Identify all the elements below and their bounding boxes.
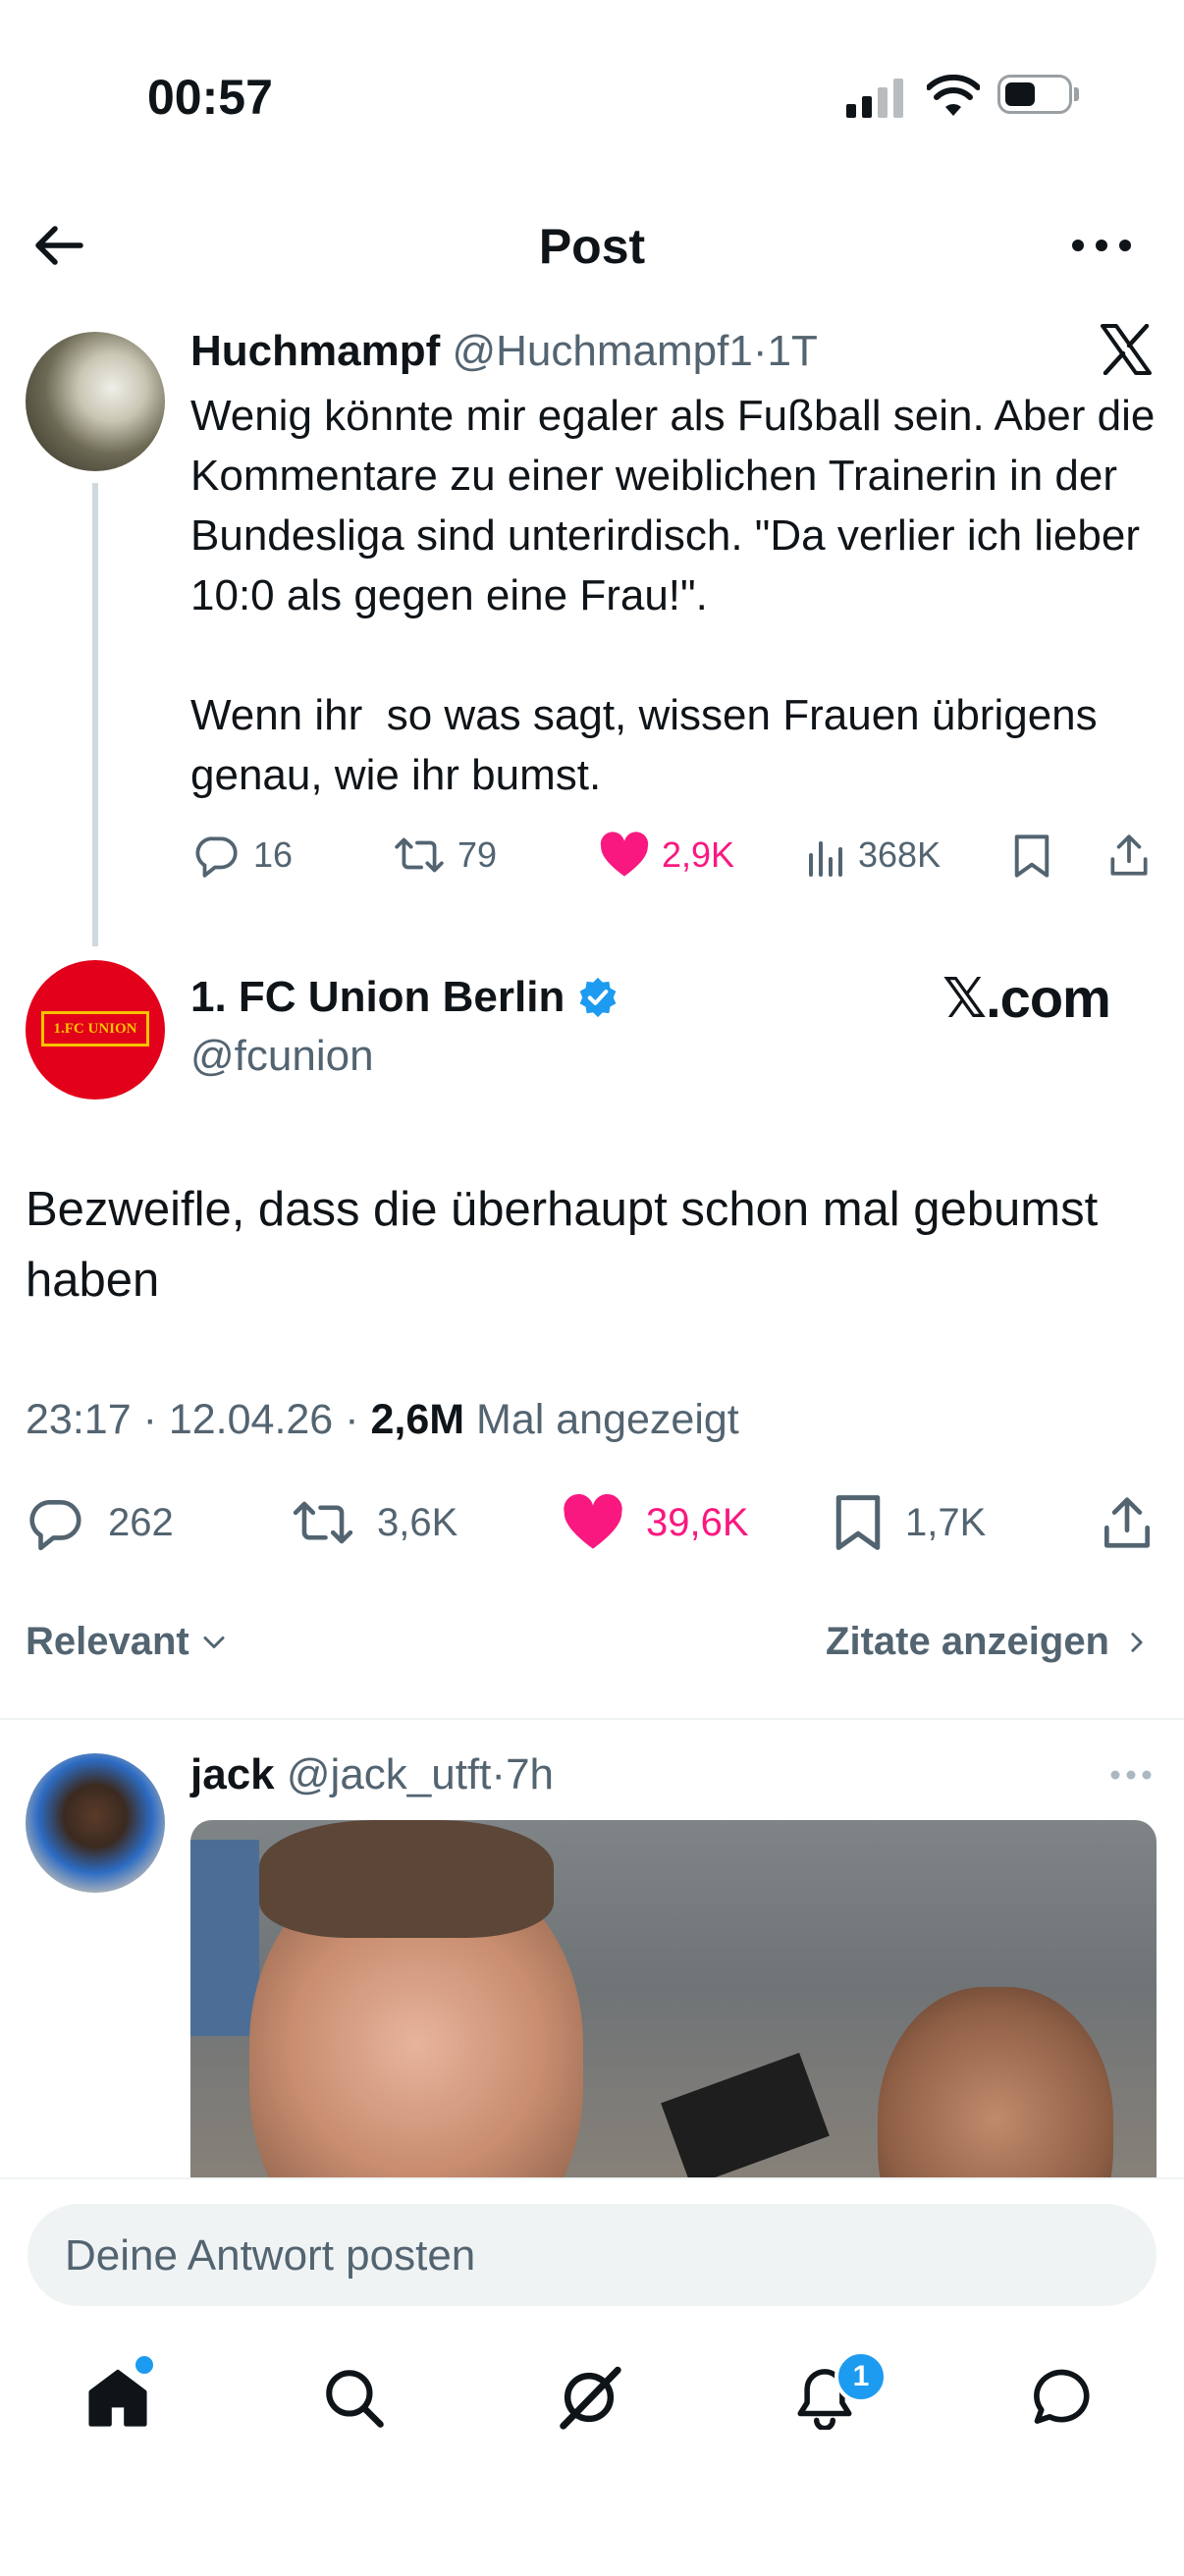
share-icon[interactable] <box>1098 1492 1157 1553</box>
union-logo: 1.FC UNION <box>41 1011 149 1046</box>
views-label: Mal angezeigt <box>476 1396 739 1443</box>
like-count: 2,9K <box>662 834 735 875</box>
verified-badge-icon <box>580 977 617 1018</box>
tweet-date: 12.04.26 <box>168 1396 334 1443</box>
tweet-age[interactable]: 7h <box>506 1750 554 1798</box>
tab-grok[interactable] <box>550 2358 628 2437</box>
repost-action[interactable]: 3,6K <box>291 1492 457 1553</box>
reply-count: 16 <box>253 834 294 875</box>
avatar[interactable] <box>26 1753 165 1893</box>
view-count: 368K <box>858 834 942 875</box>
tweet-text: Wenig könnte mir egaler als Fußball sein… <box>190 392 1156 799</box>
reply-compose-box[interactable] <box>27 2204 1157 2308</box>
tweet-author-line: 1. FC Union Berlin <box>190 970 619 1025</box>
bookmark-icon[interactable] <box>1011 832 1052 880</box>
author-name[interactable]: jack <box>190 1750 275 1798</box>
sort-dropdown[interactable]: Relevant <box>26 1620 229 1664</box>
separator-dot: · <box>142 1396 157 1443</box>
bookmark-action[interactable]: 1,7K <box>833 1492 986 1553</box>
reply-media-image[interactable] <box>190 1820 1157 2232</box>
reply-icon <box>29 1500 81 1551</box>
author-handle[interactable]: @Huchmampf1 <box>452 327 752 375</box>
author-name[interactable]: 1. FC Union Berlin <box>190 970 565 1025</box>
more-options-icon[interactable] <box>1109 1767 1153 1783</box>
quotes-link[interactable]: Zitate anzeigen <box>826 1620 1151 1664</box>
reply-action[interactable]: 16 <box>192 831 293 880</box>
tweet-meta: 23:17 · 12.04.26 · 2,6M Mal angezeigt <box>26 1392 739 1447</box>
reply-icon <box>195 836 238 878</box>
tweet-text: Bezweifle, dass die überhaupt schon mal … <box>26 1183 1099 1307</box>
bookmark-icon <box>835 1495 881 1550</box>
heart-filled-icon <box>600 832 649 877</box>
status-time: 00:57 <box>147 70 273 125</box>
quotes-label: Zitate anzeigen <box>826 1620 1109 1663</box>
repost-icon <box>395 837 444 873</box>
cellular-signal-icon <box>846 79 903 118</box>
search-icon <box>326 2370 384 2428</box>
separator-dot: · <box>752 327 768 375</box>
author-handle[interactable]: @jack_utft <box>287 1750 492 1798</box>
reply-action[interactable]: 262 <box>26 1492 174 1553</box>
tweet-author-line: Huchmampf @Huchmampf1·1T <box>190 324 818 379</box>
wifi-icon <box>927 75 980 116</box>
chevron-down-icon <box>203 1636 225 1648</box>
grok-icon <box>560 2366 621 2430</box>
like-count: 39,6K <box>646 1500 749 1544</box>
tweet-time: 23:17 <box>26 1396 132 1443</box>
bookmark-count: 1,7K <box>905 1500 987 1544</box>
repost-count: 79 <box>457 834 498 875</box>
avatar[interactable]: 1.FC UNION <box>26 960 165 1100</box>
heart-filled-icon <box>564 1493 622 1549</box>
views-chart-icon <box>809 841 842 877</box>
chat-bubble-icon <box>1034 2369 1090 2424</box>
views-action[interactable]: 368K <box>807 831 941 880</box>
sort-label: Relevant <box>26 1620 189 1663</box>
repost-action[interactable]: 79 <box>393 831 497 880</box>
share-icon[interactable] <box>1105 831 1153 880</box>
notification-badge: 1 <box>834 2350 888 2403</box>
reply-author-line: jack @jack_utft·7h <box>190 1747 554 1802</box>
thread-line <box>92 483 98 946</box>
tab-messages[interactable] <box>1023 2358 1102 2437</box>
like-action[interactable]: 39,6K <box>562 1492 749 1553</box>
repost-count: 3,6K <box>377 1500 458 1544</box>
separator-dot: · <box>345 1396 359 1443</box>
home-icon <box>88 2369 147 2427</box>
author-handle[interactable]: @fcunion <box>190 1029 374 1084</box>
tab-search[interactable] <box>314 2358 393 2437</box>
x-logo-icon <box>1101 324 1152 375</box>
unread-dot <box>135 2356 153 2374</box>
repost-icon <box>293 1501 353 1544</box>
watermark: 𝕏.com <box>942 967 1111 1029</box>
view-count[interactable]: 2,6M <box>370 1396 464 1443</box>
separator-dot: · <box>491 1750 507 1798</box>
author-name[interactable]: Huchmampf <box>190 327 440 375</box>
page-title: Post <box>538 219 646 274</box>
avatar[interactable] <box>26 332 165 471</box>
like-action[interactable]: 2,9K <box>599 831 734 880</box>
reply-input[interactable] <box>63 2204 1127 2308</box>
tweet-age[interactable]: 1T <box>767 327 817 375</box>
chevron-right-icon <box>1131 1632 1143 1652</box>
reply-count: 262 <box>108 1500 174 1544</box>
battery-icon <box>997 75 1079 114</box>
more-options-icon[interactable] <box>1070 231 1133 260</box>
divider <box>0 1718 1184 1720</box>
